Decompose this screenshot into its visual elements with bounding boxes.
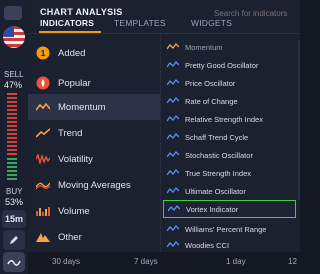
category-label: Other [58,231,82,243]
badge-one-icon: 1 [36,46,50,60]
indicator-label: Woodies CCI [185,240,230,250]
indicator-list: Momentum Pretty Good Oscillator Price Os… [161,34,300,252]
indicator-true-strength-index[interactable]: True Strength Index [163,164,296,182]
indicator-label: Price Oscillator [185,78,236,88]
category-label: Added [58,47,86,59]
moving-averages-icon [36,178,50,192]
sell-percent: 47% [4,80,23,90]
timeline-bar: 30 days 7 days 1 day 12 [28,252,300,274]
indicator-schaff-trend-cycle[interactable]: Schaff Trend Cycle [163,128,296,146]
oscillator-icon [167,78,179,88]
tab-indicators[interactable]: INDICATORS [40,18,94,31]
indicator-price-oscillator[interactable]: Price Oscillator [163,74,296,92]
app-root: SELL 47% BUY 53% 15m CHART ANALYSIS INDI… [0,0,300,274]
indicator-label: Rate of Change [185,96,238,106]
oscillator-icon [167,186,179,196]
oscillator-icon [167,240,179,250]
timeline-label[interactable]: 1 day [226,257,246,266]
svg-text:1: 1 [41,49,46,58]
menu-icon[interactable] [4,6,22,20]
chart-analysis-panel: CHART ANALYSIS INDICATORS TEMPLATES WIDG… [28,0,300,252]
oscillator-icon [167,168,179,178]
category-label: Moving Averages [58,179,131,191]
panel-title: CHART ANALYSIS [40,7,123,17]
indicator-label: Pretty Good Oscillator [185,60,259,70]
indicator-ultimate-oscillator[interactable]: Ultimate Oscillator [163,182,296,200]
indicator-momentum[interactable]: Momentum [163,38,296,56]
buy-volume-bar [7,158,17,182]
indicator-label: Momentum [185,42,223,52]
indicator-label: Schaff Trend Cycle [185,132,249,142]
category-volume[interactable]: Volume [28,198,160,224]
sell-label: SELL [4,70,24,79]
buy-label: BUY [6,187,23,196]
indicator-label: Ultimate Oscillator [185,186,246,196]
indicator-label: True Strength Index [185,168,252,178]
oscillator-icon [167,114,179,124]
oscillator-icon [167,224,179,234]
oscillator-icon [167,150,179,160]
oscillator-icon [167,132,179,142]
indicator-stochastic-oscillator[interactable]: Stochastic Oscillator [163,146,296,164]
volume-icon [36,204,50,218]
flame-icon [36,76,50,90]
indicator-woodies-cci[interactable]: Woodies CCI [163,236,296,252]
indicator-pretty-good-oscillator[interactable]: Pretty Good Oscillator [163,56,296,74]
tab-templates[interactable]: TEMPLATES [114,18,166,31]
other-icon [36,230,50,244]
oscillator-icon [167,60,179,70]
indicators-rail-icon[interactable] [3,252,25,272]
momentum-line-icon [167,42,179,52]
category-label: Volatility [58,153,93,165]
category-moving-averages[interactable]: Moving Averages [28,172,160,198]
left-rail: SELL 47% BUY 53% 15m [0,0,28,274]
indicator-vortex[interactable]: Vortex Indicator [163,200,296,218]
trend-icon [36,126,50,140]
category-trend[interactable]: Trend [28,120,160,146]
category-popular[interactable]: Popular [28,70,160,96]
sell-volume-bar [7,93,17,155]
category-momentum[interactable]: Momentum [28,94,160,120]
indicator-label: Relative Strength Index [185,114,263,124]
timeframe-button[interactable]: 15m [2,210,26,228]
indicator-relative-strength-index[interactable]: Relative Strength Index [163,110,296,128]
category-added[interactable]: 1 Added [28,40,160,66]
indicator-rate-of-change[interactable]: Rate of Change [163,92,296,110]
oscillator-icon [167,96,179,106]
timeline-label[interactable]: 7 days [134,257,158,266]
momentum-icon [36,100,50,114]
category-other[interactable]: Other [28,224,160,250]
indicator-scrollbar[interactable] [298,40,300,200]
timeline-label[interactable]: 30 days [52,257,80,266]
timeline-label[interactable]: 12 [288,257,297,266]
category-list: 1 Added Popular Momentum Trend Volatilit… [28,34,160,252]
buy-percent: 53% [5,197,24,207]
usd-flag-icon[interactable] [3,26,25,48]
oscillator-icon [168,204,180,214]
category-label: Popular [58,77,91,89]
tab-widgets[interactable]: WIDGETS [191,18,232,31]
volatility-icon [36,152,50,166]
indicator-label: Williams' Percent Range [185,224,267,234]
indicator-label: Vortex Indicator [186,204,239,214]
category-label: Trend [58,127,83,139]
category-label: Momentum [58,101,106,113]
category-label: Volume [58,205,90,217]
pencil-icon[interactable] [3,230,25,250]
category-volatility[interactable]: Volatility [28,146,160,172]
indicator-label: Stochastic Oscillator [185,150,253,160]
